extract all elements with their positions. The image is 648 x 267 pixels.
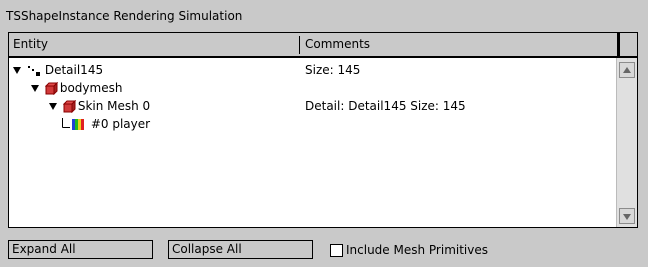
expand-all-button[interactable]: Expand All — [8, 240, 153, 259]
color-bars-icon — [72, 119, 84, 130]
header-end-bar — [617, 33, 620, 56]
tree-branch-line-icon — [62, 118, 70, 128]
table-header: Entity Comments — [9, 33, 637, 58]
tree-row-comment: Detail: Detail145 Size: 145 — [305, 99, 466, 113]
column-header-entity[interactable]: Entity — [13, 37, 48, 51]
tree-row-label: #0 player — [90, 117, 151, 131]
column-header-comments[interactable]: Comments — [305, 37, 370, 51]
arrow-up-icon — [623, 67, 631, 73]
tree-row-player[interactable]: #0 player — [61, 115, 648, 133]
include-mesh-primitives-option[interactable]: Include Mesh Primitives — [330, 242, 488, 258]
tree-row-label: Skin Mesh 0 — [77, 99, 151, 113]
collapse-all-button[interactable]: Collapse All — [168, 240, 313, 259]
tree-row-bodymesh[interactable]: bodymesh — [31, 79, 639, 97]
include-mesh-primitives-checkbox[interactable] — [330, 244, 343, 257]
expand-triangle-icon[interactable] — [13, 67, 21, 74]
window-title: TSShapeInstance Rendering Simulation — [6, 9, 243, 23]
tree-row-detail145[interactable]: Detail145 Size: 145 — [13, 61, 621, 79]
tree-row-comment: Size: 145 — [305, 63, 361, 77]
detail-dots-icon — [27, 65, 40, 76]
red-cube-icon — [62, 100, 76, 113]
expand-triangle-icon[interactable] — [49, 103, 57, 110]
tree-row-skin-mesh-0[interactable]: Skin Mesh 0 Detail: Detail145 Size: 145 — [49, 97, 648, 115]
red-cube-icon — [44, 82, 58, 95]
tree-row-label: Detail145 — [44, 63, 104, 77]
column-separator[interactable] — [299, 36, 300, 54]
vertical-scrollbar[interactable] — [616, 58, 637, 227]
tree-row-label: bodymesh — [59, 81, 123, 95]
include-mesh-primitives-label: Include Mesh Primitives — [346, 243, 488, 257]
entity-tree: Detail145 Size: 145 bodymesh Skin Mesh 0… — [9, 58, 617, 227]
scroll-up-button[interactable] — [619, 62, 635, 78]
expand-triangle-icon[interactable] — [31, 85, 39, 92]
arrow-down-icon — [623, 214, 631, 220]
scroll-down-button[interactable] — [619, 208, 635, 224]
entity-tree-panel: Entity Comments Detail145 Size: 145 body… — [8, 32, 638, 228]
